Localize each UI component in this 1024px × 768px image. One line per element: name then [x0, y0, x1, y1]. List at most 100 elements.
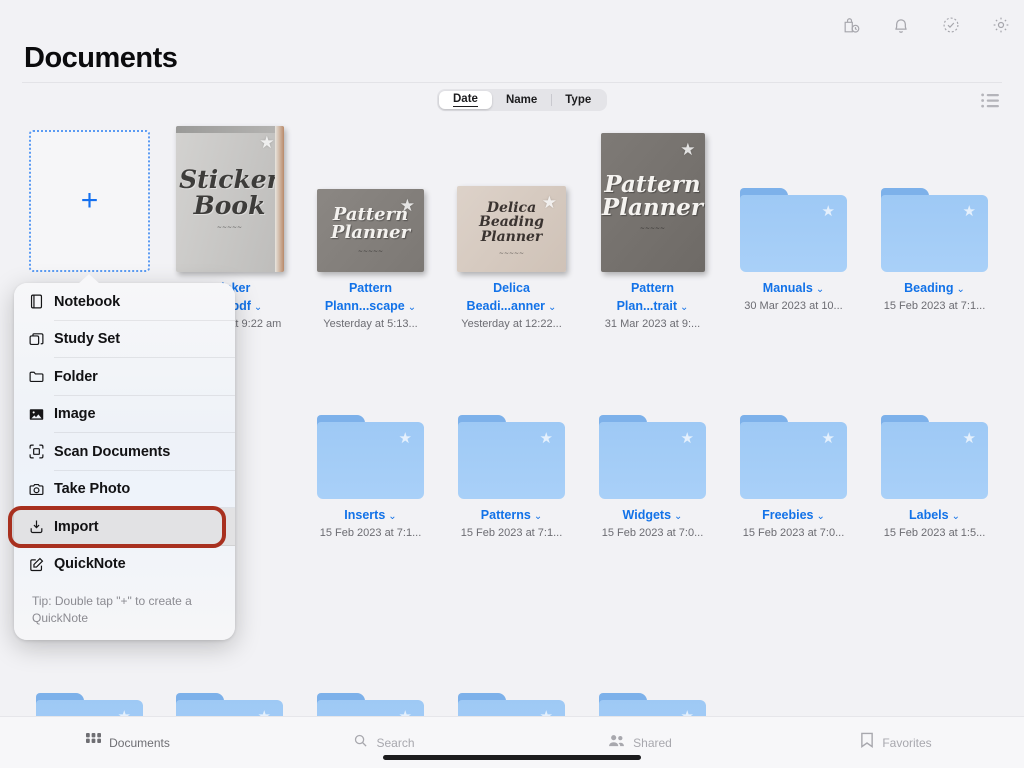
chevron-down-icon[interactable]: ⌄: [680, 302, 688, 313]
item-name[interactable]: Widgets ⌄: [584, 506, 721, 524]
cover-signature: ~~~~~: [498, 249, 525, 257]
favorite-star-icon: ★: [398, 430, 412, 447]
sort-option-type[interactable]: Type: [551, 91, 605, 109]
tab-documents[interactable]: Documents: [0, 732, 256, 753]
tasks-check-circle-icon[interactable]: [936, 10, 966, 40]
cover-signature: ~~~~~: [216, 224, 243, 231]
grid-item-widgets[interactable]: ★ Widgets ⌄ 15 Feb 2023 at 7:0...: [582, 349, 723, 541]
item-labels: Inserts ⌄ 15 Feb 2023 at 7:1...: [300, 506, 441, 541]
tab-label: Favorites: [882, 735, 932, 750]
menu-item-label: Scan Documents: [54, 443, 171, 460]
chevron-down-icon[interactable]: ⌄: [388, 511, 396, 522]
thumb: ★: [723, 122, 864, 272]
item-date: Yesterday at 12:22...: [461, 318, 562, 331]
sort-option-name[interactable]: Name: [492, 91, 551, 109]
chevron-down-icon[interactable]: ⌄: [674, 511, 682, 522]
settings-gear-icon[interactable]: [986, 10, 1016, 40]
home-indicator: [383, 755, 641, 760]
item-date: 15 Feb 2023 at 7:1...: [460, 527, 563, 540]
thumb: ★: [864, 122, 1005, 272]
item-name[interactable]: Labels ⌄: [866, 506, 1003, 524]
item-name[interactable]: Patterns ⌄: [443, 506, 580, 524]
notebook-icon: [28, 293, 54, 310]
folder-icon: ★: [881, 188, 988, 272]
menu-item-import[interactable]: Import: [14, 508, 235, 546]
grid-item-pattern-planner-landscape[interactable]: Pattern Planner ~~~~~ ★ Pattern Plann...s…: [300, 122, 441, 332]
import-icon: [28, 518, 54, 535]
notifications-bell-icon[interactable]: [886, 10, 916, 40]
tab-search[interactable]: Search: [256, 733, 512, 753]
add-context-menu: Notebook Study Set Folder Image Scan Doc…: [14, 274, 235, 640]
thumb: ★: [864, 349, 1005, 499]
item-name[interactable]: Inserts ⌄: [302, 506, 439, 524]
grid-item-freebies[interactable]: ★ Freebies ⌄ 15 Feb 2023 at 7:0...: [723, 349, 864, 541]
favorite-star-icon: ★: [539, 430, 553, 447]
menu-item-take-photo[interactable]: Take Photo: [14, 471, 235, 508]
menu-item-label: Folder: [54, 368, 98, 385]
add-tile-thumb: +: [19, 122, 160, 272]
menu-item-folder[interactable]: Folder: [14, 358, 235, 396]
app-root: Documents Date Name Type + Sticker Book …: [0, 0, 1024, 768]
add-tile-dashed-box[interactable]: +: [29, 130, 150, 272]
bookmark-icon: [860, 732, 874, 753]
menu-item-scan-documents[interactable]: Scan Documents: [14, 433, 235, 471]
tab-label: Shared: [633, 735, 672, 750]
grid-item-pattern-planner-portrait[interactable]: Pattern Planner ~~~~~ ★ Pattern Plan...tr…: [582, 122, 723, 332]
scan-icon: [28, 443, 54, 460]
recents-icon[interactable]: [836, 10, 866, 40]
chevron-down-icon[interactable]: ⌄: [254, 302, 262, 313]
chevron-down-icon[interactable]: ⌄: [817, 511, 825, 522]
chevron-down-icon[interactable]: ⌄: [548, 302, 556, 313]
item-name[interactable]: Beading ⌄: [866, 279, 1003, 297]
book-cover-pattern-planner-portrait: Pattern Planner ~~~~~ ★: [600, 133, 705, 272]
book-cover-sticker: Sticker Book ~~~~~ ★: [175, 126, 284, 272]
item-labels: Delica Beadi...anner ⌄ Yesterday at 12:22.…: [441, 279, 582, 332]
tab-favorites[interactable]: Favorites: [768, 732, 1024, 753]
menu-item-image[interactable]: Image: [14, 396, 235, 433]
grid-item-manuals[interactable]: ★ Manuals ⌄ 30 Mar 2023 at 10...: [723, 122, 864, 314]
thumb: ★: [582, 349, 723, 499]
item-date: Yesterday at 5:13...: [323, 318, 418, 331]
favorite-star-icon: ★: [821, 430, 835, 447]
sort-segmented-control[interactable]: Date Name Type: [437, 89, 608, 111]
tab-shared[interactable]: Shared: [512, 733, 768, 753]
sort-option-date[interactable]: Date: [439, 91, 492, 109]
menu-item-label: Study Set: [54, 331, 120, 348]
grid-item-beading[interactable]: ★ Beading ⌄ 15 Feb 2023 at 7:1...: [864, 122, 1005, 314]
item-labels: Widgets ⌄ 15 Feb 2023 at 7:0...: [582, 506, 723, 541]
cover-signature: ~~~~~: [357, 248, 384, 256]
bottom-tab-bar: Documents Search Shared Favorites: [0, 716, 1024, 768]
top-toolbar: [836, 10, 1016, 40]
item-date: 15 Feb 2023 at 7:1...: [883, 300, 986, 313]
chevron-down-icon[interactable]: ⌄: [956, 284, 964, 295]
menu-item-label: Notebook: [54, 293, 121, 310]
menu-item-study-set[interactable]: Study Set: [14, 321, 235, 358]
item-labels: Manuals ⌄ 30 Mar 2023 at 10...: [723, 279, 864, 314]
add-new-tile[interactable]: +: [19, 122, 160, 272]
item-date: 15 Feb 2023 at 7:1...: [319, 527, 422, 540]
tab-label: Search: [376, 735, 415, 750]
menu-item-label: Image: [54, 406, 96, 423]
chevron-down-icon[interactable]: ⌄: [408, 302, 416, 313]
thumb: Sticker Book ~~~~~ ★: [159, 122, 300, 272]
item-name[interactable]: Delica Beadi...anner ⌄: [443, 279, 580, 315]
grid-item-inserts[interactable]: ★ Inserts ⌄ 15 Feb 2023 at 7:1...: [300, 349, 441, 541]
item-name[interactable]: Pattern Plan...trait ⌄: [584, 279, 721, 315]
item-date: 30 Mar 2023 at 10...: [744, 300, 843, 313]
item-labels: Freebies ⌄ 15 Feb 2023 at 7:0...: [723, 506, 864, 541]
grid-item-patterns[interactable]: ★ Patterns ⌄ 15 Feb 2023 at 7:1...: [441, 349, 582, 541]
item-name[interactable]: Pattern Plann...scape ⌄: [302, 279, 439, 315]
menu-item-notebook[interactable]: Notebook: [14, 283, 235, 321]
menu-item-quicknote[interactable]: QuickNote: [14, 546, 235, 584]
cover-title: Pattern Planner: [601, 170, 704, 221]
item-name[interactable]: Freebies ⌄: [725, 506, 862, 524]
cover-top-strip: [175, 126, 284, 133]
grid-item-labels[interactable]: ★ Labels ⌄ 15 Feb 2023 at 1:5...: [864, 349, 1005, 541]
grid-item-delica-beading-planner[interactable]: Delica Beading Planner ~~~~~ ★ Delica Bea…: [441, 122, 582, 332]
item-name[interactable]: Manuals ⌄: [725, 279, 862, 297]
list-view-icon[interactable]: [978, 90, 1002, 110]
chevron-down-icon[interactable]: ⌄: [952, 511, 960, 522]
chevron-down-icon[interactable]: ⌄: [534, 511, 542, 522]
item-date: 15 Feb 2023 at 7:0...: [601, 527, 704, 540]
chevron-down-icon[interactable]: ⌄: [816, 284, 824, 295]
